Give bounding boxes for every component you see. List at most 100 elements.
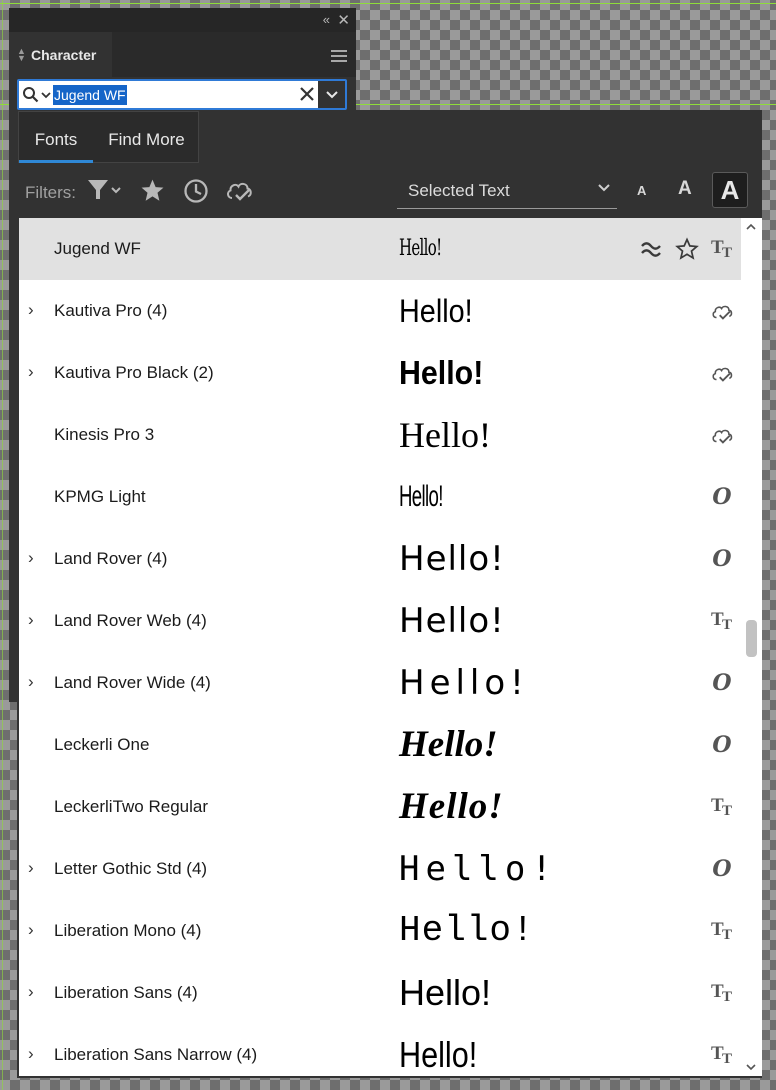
filters-row: Filters: Selected Text A A A: [17, 165, 762, 218]
guide-line: [2, 0, 3, 1090]
font-row[interactable]: › Letter Gothic Std (4) Hello! O: [19, 838, 741, 900]
chevron-right-icon[interactable]: ›: [28, 548, 34, 568]
font-preview: Hello!: [399, 1034, 478, 1075]
font-name: LeckerliTwo Regular: [54, 797, 209, 816]
truetype-icon: TT: [711, 609, 733, 634]
font-row[interactable]: › Liberation Sans Narrow (4) Hello! TT: [19, 1024, 741, 1076]
font-preview: Hello!: [399, 601, 505, 641]
collapse-panel-button[interactable]: «: [323, 12, 330, 27]
search-options-button[interactable]: [22, 85, 54, 105]
font-name: Letter Gothic Std (4): [54, 859, 208, 878]
chevron-down-icon[interactable]: [745, 1062, 757, 1072]
preview-select-value: Selected Text: [408, 181, 510, 200]
font-preview: Hello!: [399, 910, 535, 951]
chevron-right-icon[interactable]: ›: [28, 610, 34, 630]
cloud-check-icon[interactable]: [225, 178, 253, 204]
preview-size-small-button[interactable]: A: [637, 183, 646, 198]
truetype-icon: TT: [711, 981, 733, 1006]
font-name: Kautiva Pro Black (2): [54, 363, 214, 382]
font-preview: Hello!: [399, 724, 498, 765]
preview-size-medium-button[interactable]: A: [678, 178, 692, 200]
font-menu-panel: Fonts Find More Filters: Selected Text A…: [17, 110, 762, 1078]
clock-icon[interactable]: [183, 178, 209, 204]
font-name: KPMG Light: [54, 487, 146, 506]
chevron-right-icon[interactable]: ›: [28, 672, 34, 692]
chevron-up-icon[interactable]: [745, 222, 757, 232]
preview-size-large-button[interactable]: A: [712, 172, 748, 208]
star-icon[interactable]: [140, 178, 165, 203]
chevron-down-icon: [598, 184, 610, 192]
truetype-icon: TT: [711, 795, 733, 820]
close-panel-button[interactable]: ✕: [337, 11, 350, 29]
font-name: Jugend WF: [54, 239, 141, 258]
opentype-icon: O: [712, 546, 732, 572]
clear-search-icon[interactable]: [297, 84, 317, 104]
font-row[interactable]: › Land Rover (4) Hello! O: [19, 528, 741, 590]
font-preview: Hello!: [399, 663, 529, 703]
cloud-check-icon: [712, 305, 733, 320]
font-dropdown-button[interactable]: [318, 81, 345, 108]
font-name: Leckerli One: [54, 735, 150, 754]
font-preview: Hello!: [399, 415, 491, 455]
preview-text-select[interactable]: Selected Text: [397, 179, 617, 209]
font-row[interactable]: Leckerli One Hello! O: [19, 714, 741, 776]
font-row[interactable]: Jugend WF Hello! TT: [19, 218, 741, 280]
font-list-scrollbar[interactable]: [741, 218, 762, 1076]
cloud-check-icon: [712, 429, 733, 444]
font-preview: Hello!: [399, 972, 492, 1013]
reorder-arrows-icon: ▲ ▼: [17, 45, 26, 63]
font-preview: Hello!: [399, 293, 473, 329]
font-row[interactable]: › Liberation Mono (4) Hello! TT: [19, 900, 741, 962]
truetype-icon: TT: [711, 1043, 733, 1068]
font-row[interactable]: › Land Rover Web (4) Hello! TT: [19, 590, 741, 652]
tab-character[interactable]: ▲ ▼ Character: [9, 32, 112, 77]
chevron-right-icon[interactable]: ›: [28, 920, 34, 940]
panel-menu-icon[interactable]: [331, 50, 347, 65]
chevron-right-icon[interactable]: ›: [28, 858, 34, 878]
font-row[interactable]: › Kautiva Pro Black (2) Hello!: [19, 342, 741, 404]
opentype-icon: O: [712, 484, 732, 510]
search-input[interactable]: [54, 84, 294, 106]
panel-title: Character: [31, 46, 97, 63]
font-preview: Hello!: [399, 849, 558, 889]
font-preview: Hello!: [399, 539, 505, 579]
cloud-check-icon: [712, 367, 733, 382]
font-name: Liberation Sans (4): [54, 983, 198, 1002]
truetype-icon: TT: [711, 237, 733, 262]
panel-tab-bar: ▲ ▼ Character: [9, 32, 356, 77]
similar-fonts-icon[interactable]: [639, 237, 663, 261]
font-name: Kautiva Pro (4): [54, 301, 168, 320]
filter-icon[interactable]: [87, 178, 123, 202]
chevron-right-icon[interactable]: ›: [28, 982, 34, 1002]
font-row[interactable]: KPMG Light Hello! O: [19, 466, 741, 528]
font-name: Kinesis Pro 3: [54, 425, 155, 444]
font-preview: Hello!: [399, 354, 484, 391]
star-outline-icon[interactable]: [675, 237, 699, 261]
font-row[interactable]: › Kautiva Pro (4) Hello!: [19, 280, 741, 342]
chevron-right-icon[interactable]: ›: [28, 362, 34, 382]
font-row[interactable]: › Land Rover Wide (4) Hello! O: [19, 652, 741, 714]
font-row[interactable]: LeckerliTwo Regular Hello! TT: [19, 776, 741, 838]
opentype-icon: O: [712, 670, 732, 696]
guide-line: [0, 3, 776, 4]
opentype-icon: O: [712, 732, 732, 758]
font-name: Land Rover Web (4): [54, 611, 207, 630]
font-preview: Hello!: [399, 786, 504, 827]
scroll-thumb[interactable]: [746, 620, 757, 657]
tab-find-more[interactable]: Find More: [99, 112, 194, 162]
font-menu-tabs: Fonts Find More: [18, 111, 199, 163]
font-row[interactable]: › Liberation Sans (4) Hello! TT: [19, 962, 741, 1024]
chevron-right-icon[interactable]: ›: [28, 300, 34, 320]
search-icon: [23, 87, 39, 103]
font-family-search[interactable]: Jugend WF: [17, 79, 347, 110]
font-name: Liberation Sans Narrow (4): [54, 1045, 258, 1064]
font-list: Jugend WF Hello! TT › Kautiva Pro (4) He…: [19, 218, 741, 1076]
font-preview: Hello!: [399, 236, 442, 261]
font-preview: Hello!: [399, 480, 443, 513]
font-name: Land Rover (4): [54, 549, 168, 568]
chevron-right-icon[interactable]: ›: [28, 1044, 34, 1064]
truetype-icon: TT: [711, 919, 733, 944]
font-name: Land Rover Wide (4): [54, 673, 211, 692]
tab-fonts[interactable]: Fonts: [19, 112, 93, 163]
font-row[interactable]: Kinesis Pro 3 Hello!: [19, 404, 741, 466]
